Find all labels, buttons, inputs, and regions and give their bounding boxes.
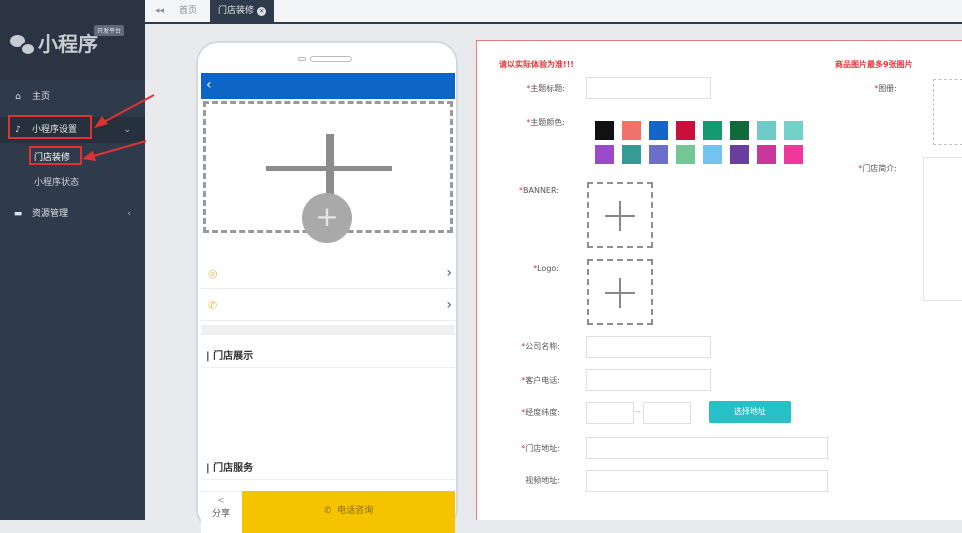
location-icon: ◎ <box>208 267 218 280</box>
highlight-box-decor <box>29 146 82 165</box>
logo-label: *Logo: <box>533 264 559 273</box>
color-swatch[interactable] <box>622 145 641 164</box>
color-swatch[interactable] <box>595 121 614 140</box>
latitude-input[interactable] <box>643 402 691 424</box>
theme-title-label: *主题标题: <box>526 84 565 93</box>
intro-label: *门店简介: <box>858 164 897 173</box>
back-icon[interactable]: ‹ <box>206 77 212 93</box>
warning-text: 请以实际体验为准!!! <box>499 60 574 69</box>
preview-header: ‹ <box>201 73 455 99</box>
home-icon: ⌂ <box>15 92 21 102</box>
tab-home[interactable]: 首页 <box>171 0 205 24</box>
preview-logo-placeholder: + <box>302 193 352 243</box>
phone-label: *客户电话: <box>521 376 560 385</box>
album-label: *图册: <box>874 84 897 93</box>
lnglat-label: *经度纬度: <box>521 408 560 417</box>
tab-bar: ◂◂ 首页 门店装修 × <box>145 0 962 24</box>
sidebar-item-miniapp-status[interactable]: 小程序状态 <box>34 175 79 188</box>
address-label: *门店地址: <box>521 444 560 453</box>
tab-label: 门店装修 <box>218 6 255 16</box>
phone-screen: ‹ + ◎ › ✆ › | 门店展示 | 门店服务 < 分享 ✆ 电话咨询 <box>201 73 455 533</box>
phone-input[interactable] <box>586 369 711 391</box>
banner-label: *BANNER: <box>519 186 559 195</box>
folder-icon: ▬ <box>13 209 23 219</box>
album-upload[interactable] <box>933 79 962 145</box>
phone-speaker <box>310 56 352 62</box>
color-swatch[interactable] <box>703 145 722 164</box>
color-swatch[interactable] <box>595 145 614 164</box>
tab-scroll-left-icon[interactable]: ◂◂ <box>147 0 167 24</box>
sidebar-item-label: 主页 <box>32 92 51 102</box>
sidebar-item-resources[interactable]: ▬ 资源管理 ‹ <box>0 201 145 227</box>
highlight-box-settings <box>8 115 92 139</box>
section-title-show: | 门店展示 <box>206 351 254 362</box>
theme-color-label: *主题颜色: <box>526 118 565 127</box>
video-input[interactable] <box>586 470 828 492</box>
phone-preview: ‹ + ◎ › ✆ › | 门店展示 | 门店服务 < 分享 ✆ 电话咨询 <box>196 41 458 533</box>
brand-logo: 小程序 <box>10 28 98 57</box>
tab-store-decor[interactable]: 门店装修 × <box>210 0 275 24</box>
color-swatch[interactable] <box>703 121 722 140</box>
call-label: 电话咨询 <box>337 506 374 516</box>
color-swatch[interactable] <box>730 121 749 140</box>
phone-icon: ✆ <box>208 299 218 312</box>
brand-tag: 开发平台 <box>94 25 125 36</box>
select-address-button[interactable]: 选择地址 <box>709 401 791 423</box>
brand-header: 小程序 开发平台 <box>0 0 145 80</box>
color-swatch[interactable] <box>730 145 749 164</box>
divider <box>201 479 455 480</box>
color-swatch[interactable] <box>676 121 695 140</box>
preview-address-row[interactable]: ◎ › <box>201 259 455 289</box>
section-title-service: | 门店服务 <box>206 463 254 474</box>
preview-footer: < 分享 ✆ 电话咨询 <box>201 491 455 533</box>
share-icon: < <box>217 496 225 506</box>
sidebar: 小程序 开发平台 ⌂ 主页 ♪ 小程序设置 ⌄ 门店装修 小程序状态 ▬ 资源管理 ‹ <box>0 0 145 520</box>
share-button[interactable]: < 分享 <box>201 491 241 533</box>
phone-icon: ✆ <box>323 506 338 516</box>
logo-upload[interactable] <box>587 259 653 325</box>
close-icon[interactable]: × <box>257 7 267 16</box>
banner-upload[interactable] <box>587 182 653 248</box>
call-button[interactable]: ✆ 电话咨询 <box>242 491 455 533</box>
theme-title-input[interactable] <box>586 77 711 99</box>
sidebar-item-label: 资源管理 <box>32 209 69 219</box>
brand-title: 小程序 <box>38 32 98 56</box>
color-swatch[interactable] <box>649 121 668 140</box>
chevron-right-icon: › <box>446 297 452 313</box>
chevron-left-icon: ‹ <box>127 209 131 219</box>
color-swatch[interactable] <box>622 121 641 140</box>
divider <box>201 367 455 368</box>
intro-textarea[interactable] <box>923 157 962 301</box>
color-swatch[interactable] <box>757 121 776 140</box>
phone-camera <box>298 57 306 61</box>
longitude-input[interactable] <box>586 402 634 424</box>
preview-phone-row[interactable]: ✆ › <box>201 291 455 321</box>
color-swatch[interactable] <box>649 145 668 164</box>
company-input[interactable] <box>586 336 711 358</box>
color-swatch[interactable] <box>757 145 776 164</box>
address-input[interactable] <box>586 437 828 459</box>
color-swatch[interactable] <box>784 121 803 140</box>
divider <box>201 325 455 335</box>
wechat-icon <box>10 35 36 56</box>
warning-image-limit: 商品图片最多9张图片 <box>835 60 913 69</box>
chevron-right-icon: › <box>446 265 452 281</box>
color-swatch[interactable] <box>676 145 695 164</box>
decor-form: 请以实际体验为准!!! 商品图片最多9张图片 *主题标题: *图册: *主题颜色… <box>476 40 962 520</box>
video-label: 视频地址: <box>525 476 560 485</box>
share-label: 分享 <box>211 509 230 519</box>
lnglat-separator: -- <box>635 407 641 416</box>
annotation-arrow-1 <box>94 94 155 128</box>
company-label: *公司名称: <box>521 342 560 351</box>
annotation-arrow-2 <box>82 140 147 161</box>
color-swatch[interactable] <box>784 145 803 164</box>
